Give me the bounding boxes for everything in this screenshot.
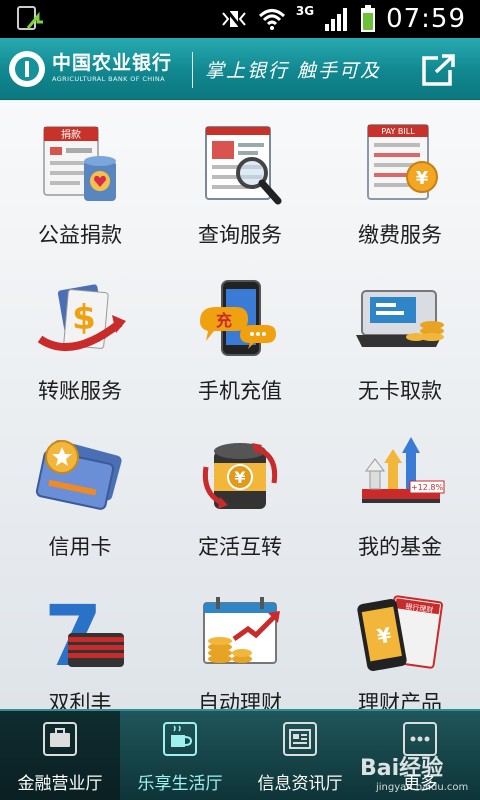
tile-mobile-recharge[interactable]: 充 手机充值 [160, 257, 320, 407]
watermark-text: Bai经验 [360, 756, 444, 781]
investment-product-icon: 银行理财 ¥ [357, 595, 443, 672]
service-grid: 捐款 公益捐款 查询服务 PAY BILL ¥ 缴费服务 $ 转账服务 充 手机… [0, 101, 480, 715]
icon-text-recharge: 充 [216, 311, 232, 330]
tile-query[interactable]: 查询服务 [160, 101, 320, 251]
donation-icon: 捐款 [43, 126, 116, 201]
tile-label: 无卡取款 [358, 379, 442, 403]
tile-shuanglifeng[interactable]: 7 双利丰 [0, 569, 160, 719]
icon-text-donate: 捐款 [61, 128, 81, 141]
app-header: 中国农业银行 AGRICULTURAL BANK OF CHINA 掌上银行 触… [0, 38, 480, 100]
icon-text-yuan: ¥ [234, 468, 245, 487]
tile-label: 信用卡 [48, 535, 112, 559]
fund-icon: +12.8% [362, 437, 445, 503]
tile-cardless-withdrawal[interactable]: 无卡取款 [320, 257, 480, 407]
icon-text-paybill: PAY BILL [381, 127, 415, 136]
tile-bill-payment[interactable]: PAY BILL ¥ 缴费服务 [320, 101, 480, 251]
tile-label: 缴费服务 [358, 223, 442, 247]
icon-text-fund-pct: +12.8% [411, 483, 444, 492]
bill-payment-icon: PAY BILL ¥ [367, 124, 438, 200]
battery-icon [361, 5, 376, 32]
vibrate-icon [222, 8, 246, 30]
tile-label: 查询服务 [198, 223, 282, 247]
watermark-url: jingyan.baidu.com [376, 782, 469, 793]
auto-investment-icon [203, 597, 280, 664]
bank-name: 中国农业银行 [52, 52, 173, 74]
tab-finance-hall[interactable]: 金融营业厅 [0, 711, 120, 800]
shuanglifeng-icon: 7 [44, 589, 124, 681]
tile-deposit-convert[interactable]: ¥ 定活互转 [160, 413, 320, 563]
signal-icon [325, 8, 348, 31]
mobile-recharge-icon: 充 [200, 280, 276, 356]
status-bar: 3G 07:59 [0, 0, 480, 38]
wifi-icon [258, 9, 285, 30]
sim-card-icon [16, 6, 44, 36]
bank-name-english: AGRICULTURAL BANK OF CHINA [52, 75, 166, 83]
tile-label: 定活互转 [198, 535, 282, 559]
tab-label: 金融营业厅 [17, 774, 103, 794]
cardless-withdrawal-icon [356, 290, 444, 347]
tile-label: 转账服务 [38, 379, 122, 403]
query-icon [205, 126, 282, 205]
tile-transfer[interactable]: $ 转账服务 [0, 257, 160, 407]
icon-text-yuan: ¥ [416, 168, 429, 189]
credit-card-icon [35, 440, 122, 510]
tile-donation[interactable]: 捐款 公益捐款 [0, 101, 160, 251]
briefcase-icon [43, 722, 77, 756]
icon-text-dollar: $ [72, 298, 96, 338]
tab-life-hall[interactable]: 乐享生活厅 [120, 711, 240, 800]
tile-credit-card[interactable]: 信用卡 [0, 413, 160, 563]
tile-investment-product[interactable]: 银行理财 ¥ 理财产品 [320, 569, 480, 719]
tab-label: 信息资讯厅 [257, 774, 343, 794]
newspaper-icon [283, 722, 317, 756]
exit-share-button[interactable] [420, 54, 456, 88]
header-divider [192, 52, 193, 88]
tile-label: 手机充值 [198, 379, 282, 403]
deposit-convert-icon: ¥ [202, 443, 278, 509]
slogan: 掌上银行 触手可及 [205, 60, 382, 82]
tile-label: 公益捐款 [38, 223, 122, 247]
tile-label: 我的基金 [358, 535, 442, 559]
tab-info-hall[interactable]: 信息资讯厅 [240, 711, 360, 800]
abc-logo-icon [9, 51, 45, 87]
network-type: 3G [295, 4, 315, 18]
coffee-cup-icon [163, 722, 197, 756]
transfer-icon: $ [37, 284, 126, 351]
tile-fund[interactable]: +12.8% 我的基金 [320, 413, 480, 563]
share-icon [422, 54, 455, 86]
tile-auto-investment[interactable]: 自动理财 [160, 569, 320, 719]
clock: 07:59 [386, 4, 466, 34]
baidu-watermark: Bai经验 jingyan.baidu.com [360, 750, 470, 796]
tab-label: 乐享生活厅 [137, 774, 223, 794]
